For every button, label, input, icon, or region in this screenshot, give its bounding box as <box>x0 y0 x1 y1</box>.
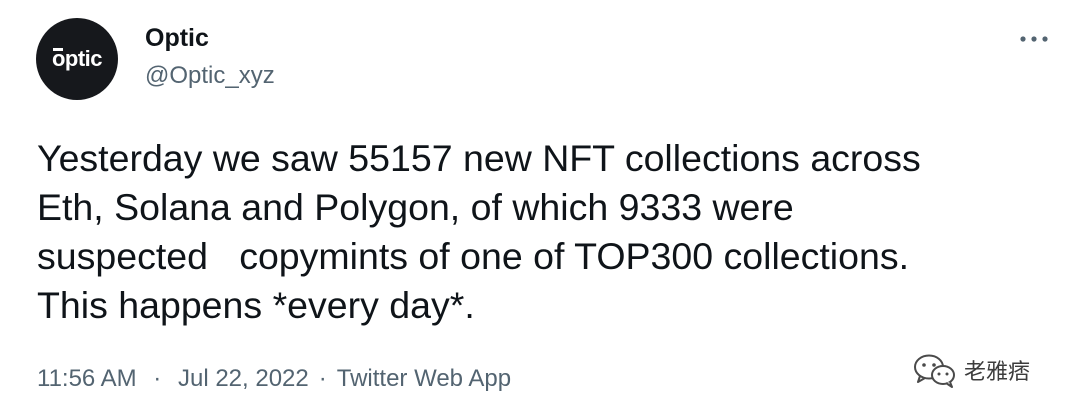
watermark-text: 老雅痞 <box>964 360 1031 385</box>
more-options-button[interactable] <box>1014 22 1054 56</box>
tweet-text-line: This happens *every day*. <box>37 284 475 326</box>
avatar[interactable]: optic <box>36 18 118 100</box>
author-display-name[interactable]: Optic <box>145 24 209 53</box>
watermark: 老雅痞 <box>912 352 1030 388</box>
tweet-date: Jul 22, 2022 <box>177 365 309 392</box>
tweet-text-line: Eth, Solana and Polygon, of which 9333 w… <box>37 186 794 228</box>
tweet-time-link[interactable]: 11:56 AM · Jul 22, 2022 <box>37 365 309 393</box>
separator: · <box>318 365 327 392</box>
author-handle[interactable]: @Optic_xyz <box>145 62 275 90</box>
tweet-time: 11:56 AM <box>37 365 137 392</box>
separator: · <box>153 365 162 392</box>
tweet-card: optic Optic @Optic_xyz Yesterday we saw … <box>0 0 1080 417</box>
tweet-metadata: 11:56 AM · Jul 22, 2022 · Twitter Web Ap… <box>37 365 511 393</box>
logo-bar <box>52 48 63 51</box>
tweet-text-line: Yesterday we saw 55157 new NFT collectio… <box>37 137 921 179</box>
wechat-icon <box>912 352 958 388</box>
tweet-text: Yesterday we saw 55157 new NFT collectio… <box>37 134 1047 330</box>
tweet-text-line: suspected copymints of one of TOP300 col… <box>37 235 910 277</box>
more-horizontal-icon <box>1019 35 1049 43</box>
tweet-source-link[interactable]: Twitter Web App <box>337 365 511 393</box>
optic-logo: optic <box>52 46 103 72</box>
